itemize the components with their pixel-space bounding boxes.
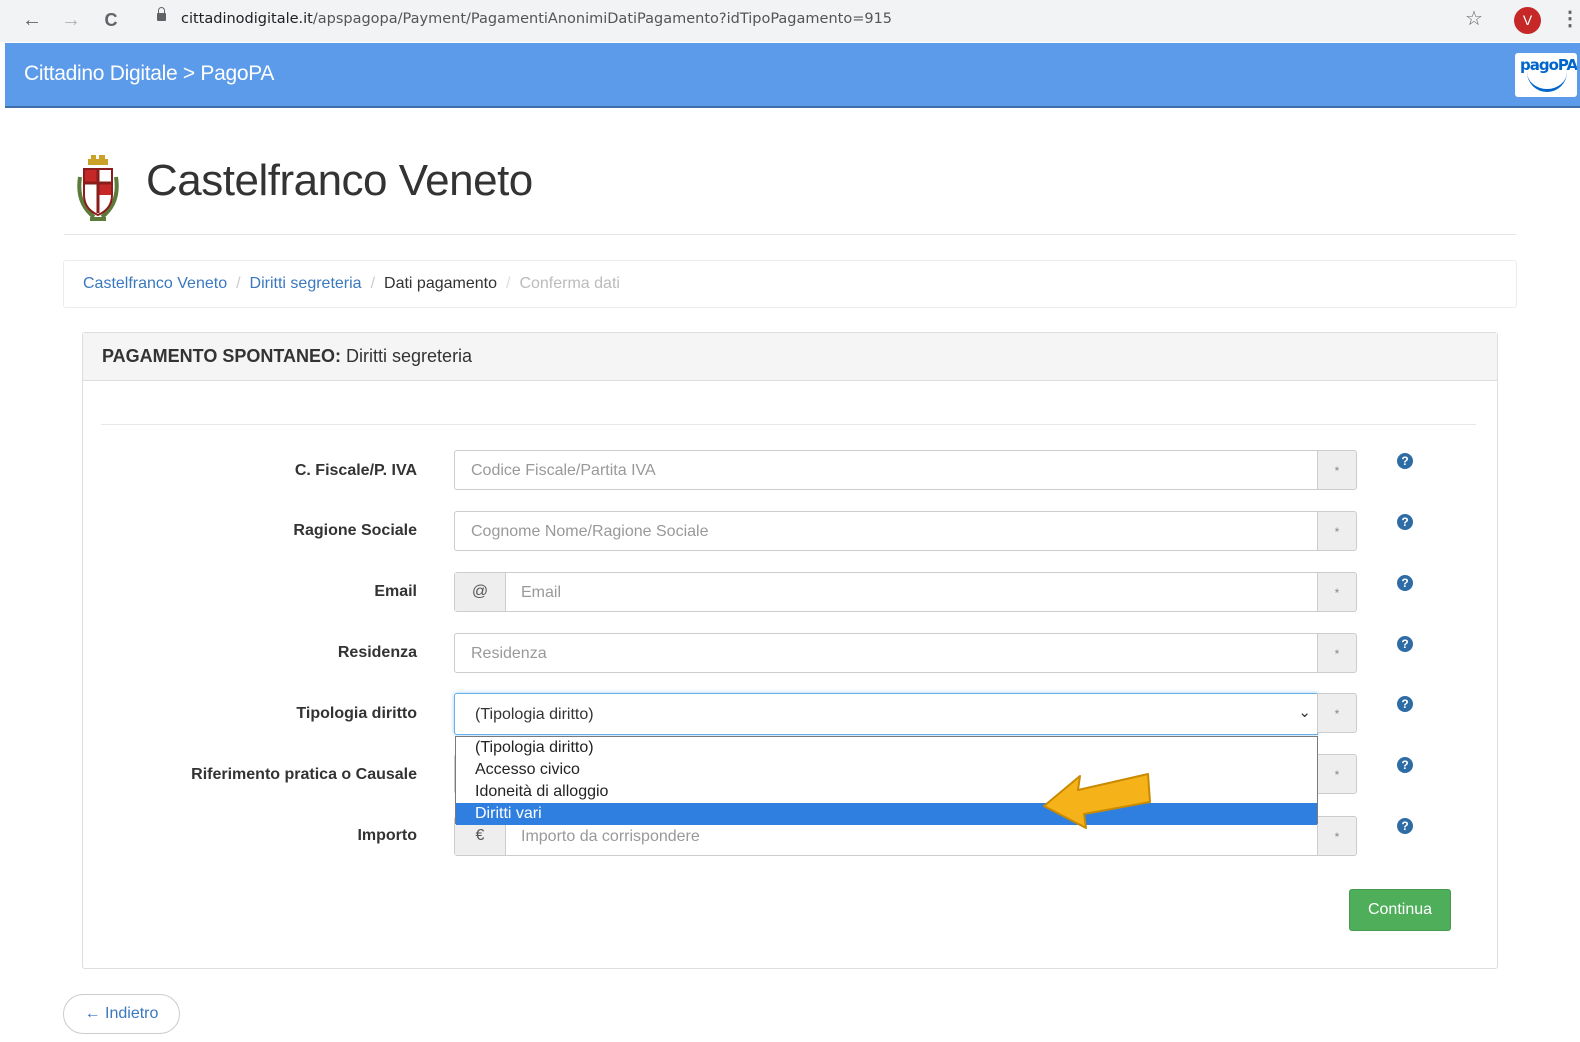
breadcrumb: Castelfranco Veneto / Diritti segreteria / D… [63, 260, 1517, 308]
label-residenza: Residenza [337, 644, 417, 661]
profile-avatar[interactable]: V [1514, 7, 1541, 34]
browser-toolbar: ← → C cittadinodigitale.it/apspagopa/Pay… [0, 0, 1580, 42]
placeholder: Codice Fiscale/Partita IVA [471, 462, 656, 479]
breadcrumb-current: Dati pagamento [384, 275, 497, 292]
breadcrumb-separator: / [506, 275, 511, 292]
select-value: (Tipologia diritto) [475, 706, 594, 723]
help-icon[interactable]: ? [1397, 575, 1413, 591]
option-idoneita-alloggio[interactable]: Idoneità di alloggio [456, 781, 1317, 803]
forward-arrow-icon[interactable]: → [57, 6, 85, 34]
reload-icon[interactable]: C [97, 6, 125, 34]
panel-header: PAGAMENTO SPONTANEO: Diritti segreteria [83, 333, 1497, 381]
placeholder: Cognome Nome/Ragione Sociale [471, 523, 709, 540]
at-sign-icon: @ [455, 573, 506, 611]
label-codice-fiscale: C. Fiscale/P. IVA [294, 462, 417, 479]
panel-title-bold: PAGAMENTO SPONTANEO: [102, 346, 342, 366]
placeholder: Email [521, 584, 562, 601]
breadcrumb-next-step: Conferma dati [519, 275, 620, 292]
continue-button[interactable]: Continua [1349, 889, 1451, 931]
help-icon[interactable]: ? [1397, 514, 1413, 530]
breadcrumb-separator: / [370, 275, 376, 292]
required-marker: * [1317, 511, 1357, 551]
help-icon[interactable]: ? [1397, 757, 1413, 773]
option-diritti-vari[interactable]: Diritti vari [456, 803, 1317, 825]
help-icon[interactable]: ? [1397, 818, 1413, 834]
pagopa-logo: pagoPA [1515, 53, 1577, 97]
app-title[interactable]: Cittadino Digitale > PagoPA [24, 62, 274, 86]
back-arrow-icon[interactable]: ← [18, 6, 46, 34]
breadcrumb-separator: / [236, 275, 241, 292]
email-field[interactable]: @ Email [454, 572, 1318, 612]
url-text[interactable]: cittadinodigitale.it/apspagopa/Payment/P… [181, 11, 892, 27]
label-ragione-sociale: Ragione Sociale [293, 522, 417, 539]
page-title: Castelfranco Veneto [146, 156, 533, 205]
label-importo: Importo [357, 827, 417, 844]
residenza-input[interactable]: Residenza [454, 633, 1318, 673]
browser-menu-icon[interactable]: ⋮ [1560, 6, 1580, 31]
app-header: Cittadino Digitale > PagoPA pagoPA [5, 43, 1580, 108]
panel-title: PAGAMENTO SPONTANEO: Diritti segreteria [102, 346, 472, 367]
label-email: Email [374, 583, 417, 600]
ragione-sociale-input[interactable]: Cognome Nome/Ragione Sociale [454, 511, 1318, 551]
label-riferimento-pratica: Riferimento pratica o Causale [191, 766, 417, 783]
url-host: cittadinodigitale.it [181, 11, 313, 27]
breadcrumb-link-diritti[interactable]: Diritti segreteria [250, 275, 362, 292]
tipologia-diritto-options: (Tipologia diritto) Accesso civico Idone… [455, 736, 1318, 825]
municipality-crest-icon [77, 155, 119, 221]
help-icon[interactable]: ? [1397, 453, 1413, 469]
bookmark-star-icon[interactable]: ☆ [1465, 6, 1483, 31]
tipologia-diritto-select[interactable]: (Tipologia diritto) ⌄ [454, 693, 1318, 735]
help-icon[interactable]: ? [1397, 636, 1413, 652]
option-placeholder[interactable]: (Tipologia diritto) [456, 737, 1317, 759]
lock-icon [157, 7, 166, 21]
form-divider [101, 424, 1476, 425]
placeholder: Residenza [471, 645, 547, 662]
required-marker: * [1317, 754, 1357, 794]
divider [64, 234, 1516, 235]
placeholder: Importo da corrispondere [521, 828, 700, 845]
required-marker: * [1317, 816, 1357, 856]
option-accesso-civico[interactable]: Accesso civico [456, 759, 1317, 781]
annotation-arrow-icon [1043, 773, 1151, 829]
panel-title-subject: Diritti segreteria [346, 346, 473, 366]
required-marker: * [1317, 693, 1357, 733]
breadcrumb-link-home[interactable]: Castelfranco Veneto [83, 275, 227, 292]
required-marker: * [1317, 633, 1357, 673]
chevron-down-icon: ⌄ [1298, 704, 1311, 721]
help-icon[interactable]: ? [1397, 696, 1413, 712]
required-marker: * [1317, 450, 1357, 490]
label-tipologia-diritto: Tipologia diritto [296, 705, 417, 722]
back-button[interactable]: ← Indietro [63, 994, 180, 1034]
url-path: /apspagopa/Payment/PagamentiAnonimiDatiP… [312, 11, 893, 27]
codice-fiscale-input[interactable]: Codice Fiscale/Partita IVA [454, 450, 1318, 490]
required-marker: * [1317, 572, 1357, 612]
